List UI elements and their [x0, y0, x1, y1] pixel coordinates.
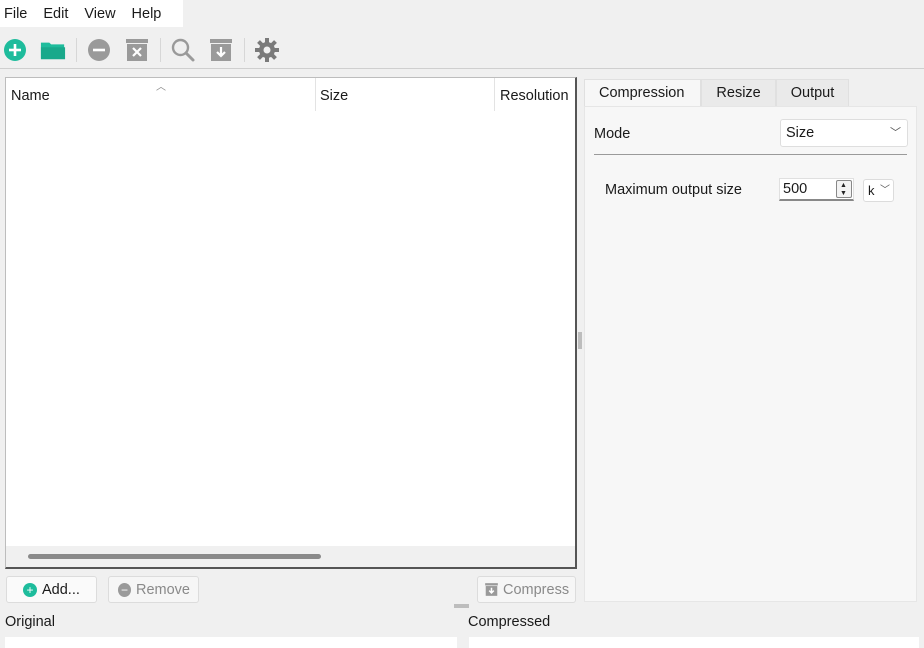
- size-unit-select[interactable]: k ﹀: [863, 179, 894, 202]
- tab-compression[interactable]: Compression: [584, 79, 702, 106]
- sort-ascending-icon: ︿: [156, 82, 166, 93]
- remove-icon: −: [118, 582, 131, 597]
- remove-button-label: Remove: [136, 581, 190, 598]
- add-button[interactable]: + Add...: [6, 576, 97, 603]
- table-header: Name ︿ Size Resolution: [6, 78, 575, 111]
- toolbar: [0, 28, 924, 68]
- settings-tabs: Compression Resize Output: [584, 79, 850, 106]
- clear-icon[interactable]: [124, 37, 150, 63]
- splitter-handle-horizontal[interactable]: [454, 604, 469, 608]
- max-output-size-label: Maximum output size: [605, 182, 742, 198]
- tab-resize[interactable]: Resize: [701, 79, 776, 106]
- spin-buttons[interactable]: ▲ ▼: [836, 180, 852, 198]
- chevron-down-icon: ﹀: [890, 127, 901, 139]
- add-icon: +: [23, 582, 37, 597]
- original-preview: [5, 637, 457, 648]
- scrollbar-thumb[interactable]: [28, 554, 321, 559]
- file-table[interactable]: Name ︿ Size Resolution: [5, 77, 577, 569]
- chevron-down-icon: ﹀: [878, 180, 890, 201]
- menu-file[interactable]: File: [0, 6, 27, 22]
- spin-down-icon[interactable]: ▼: [840, 190, 847, 197]
- menu-edit[interactable]: Edit: [38, 6, 68, 22]
- tab-output[interactable]: Output: [775, 79, 850, 106]
- menu-help[interactable]: Help: [127, 6, 162, 22]
- add-icon[interactable]: [2, 37, 28, 63]
- compression-panel: Mode Size ﹀ Maximum output size 500 ▲ ▼ …: [584, 106, 917, 602]
- size-unit-value: k: [868, 183, 875, 198]
- compressed-preview-label: Compressed: [468, 614, 551, 630]
- remove-button[interactable]: − Remove: [108, 576, 199, 603]
- mode-select-value: Size: [786, 125, 815, 141]
- max-output-size-value: 500: [783, 181, 808, 197]
- mode-select[interactable]: Size ﹀: [780, 119, 908, 147]
- original-preview-label: Original: [5, 614, 55, 630]
- column-header-name[interactable]: Name: [11, 78, 50, 111]
- compress-button[interactable]: Compress: [477, 576, 576, 603]
- compress-button-label: Compress: [503, 581, 570, 598]
- compressed-preview: [469, 637, 919, 648]
- menu-bar: File Edit View Help: [0, 0, 183, 27]
- divider: [594, 154, 907, 155]
- column-header-resolution[interactable]: Resolution: [500, 78, 569, 111]
- splitter-handle-vertical[interactable]: [578, 332, 582, 349]
- compress-icon: [484, 582, 499, 597]
- horizontal-scrollbar[interactable]: [6, 546, 575, 567]
- mode-label: Mode: [594, 126, 631, 142]
- max-output-size-spinbox[interactable]: 500 ▲ ▼: [779, 178, 854, 201]
- spin-up-icon[interactable]: ▲: [840, 182, 847, 189]
- add-button-label: Add...: [42, 581, 80, 598]
- compress-icon[interactable]: [208, 37, 234, 63]
- menu-view[interactable]: View: [79, 6, 115, 22]
- open-folder-icon[interactable]: [40, 37, 66, 63]
- column-header-size[interactable]: Size: [320, 78, 348, 111]
- search-icon[interactable]: [170, 37, 196, 63]
- remove-icon[interactable]: [86, 37, 112, 63]
- settings-icon[interactable]: [254, 37, 280, 63]
